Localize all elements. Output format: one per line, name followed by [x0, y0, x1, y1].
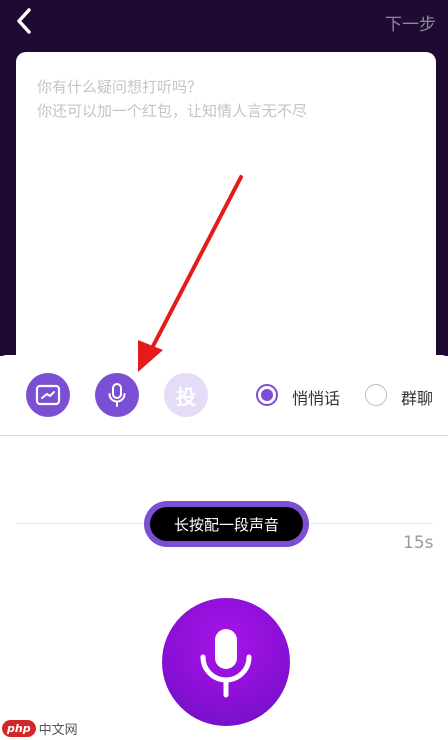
voice-button[interactable] — [95, 373, 139, 417]
whisper-radio-label[interactable]: 悄悄话 — [292, 385, 340, 409]
compose-toolbar: 投 悄悄话 群聊 — [0, 355, 448, 436]
max-duration-label: 15s — [403, 533, 434, 553]
add-image-button[interactable] — [26, 373, 70, 417]
microphone-icon — [200, 629, 252, 698]
watermark-logo: php — [2, 719, 36, 737]
placeholder-line-1: 你有什么疑问想打听吗？ — [37, 78, 203, 96]
record-hint-pill: 长按配一段声音 — [144, 501, 309, 547]
chevron-left-icon — [17, 8, 31, 34]
group-chat-radio-label[interactable]: 群聊 — [401, 385, 433, 409]
back-button[interactable] — [10, 6, 40, 36]
group-chat-radio[interactable] — [365, 384, 387, 406]
vote-label: 投 — [176, 384, 196, 409]
record-hint-text: 长按配一段声音 — [150, 507, 303, 541]
vote-button[interactable]: 投 — [164, 373, 208, 417]
watermark-text: 中文网 — [38, 722, 78, 738]
question-textarea[interactable]: 你有什么疑问想打听吗？ 你还可以加一个红包，让知情人言无不尽 — [16, 52, 436, 382]
image-icon — [35, 384, 61, 406]
hold-to-record-button[interactable] — [162, 598, 290, 726]
whisper-radio[interactable] — [256, 384, 278, 406]
next-step-button[interactable]: 下一步 — [385, 10, 436, 35]
watermark: php 中文网 — [2, 718, 78, 738]
microphone-icon — [108, 383, 126, 407]
placeholder-line-2: 你还可以加一个红包，让知情人言无不尽 — [37, 102, 308, 120]
